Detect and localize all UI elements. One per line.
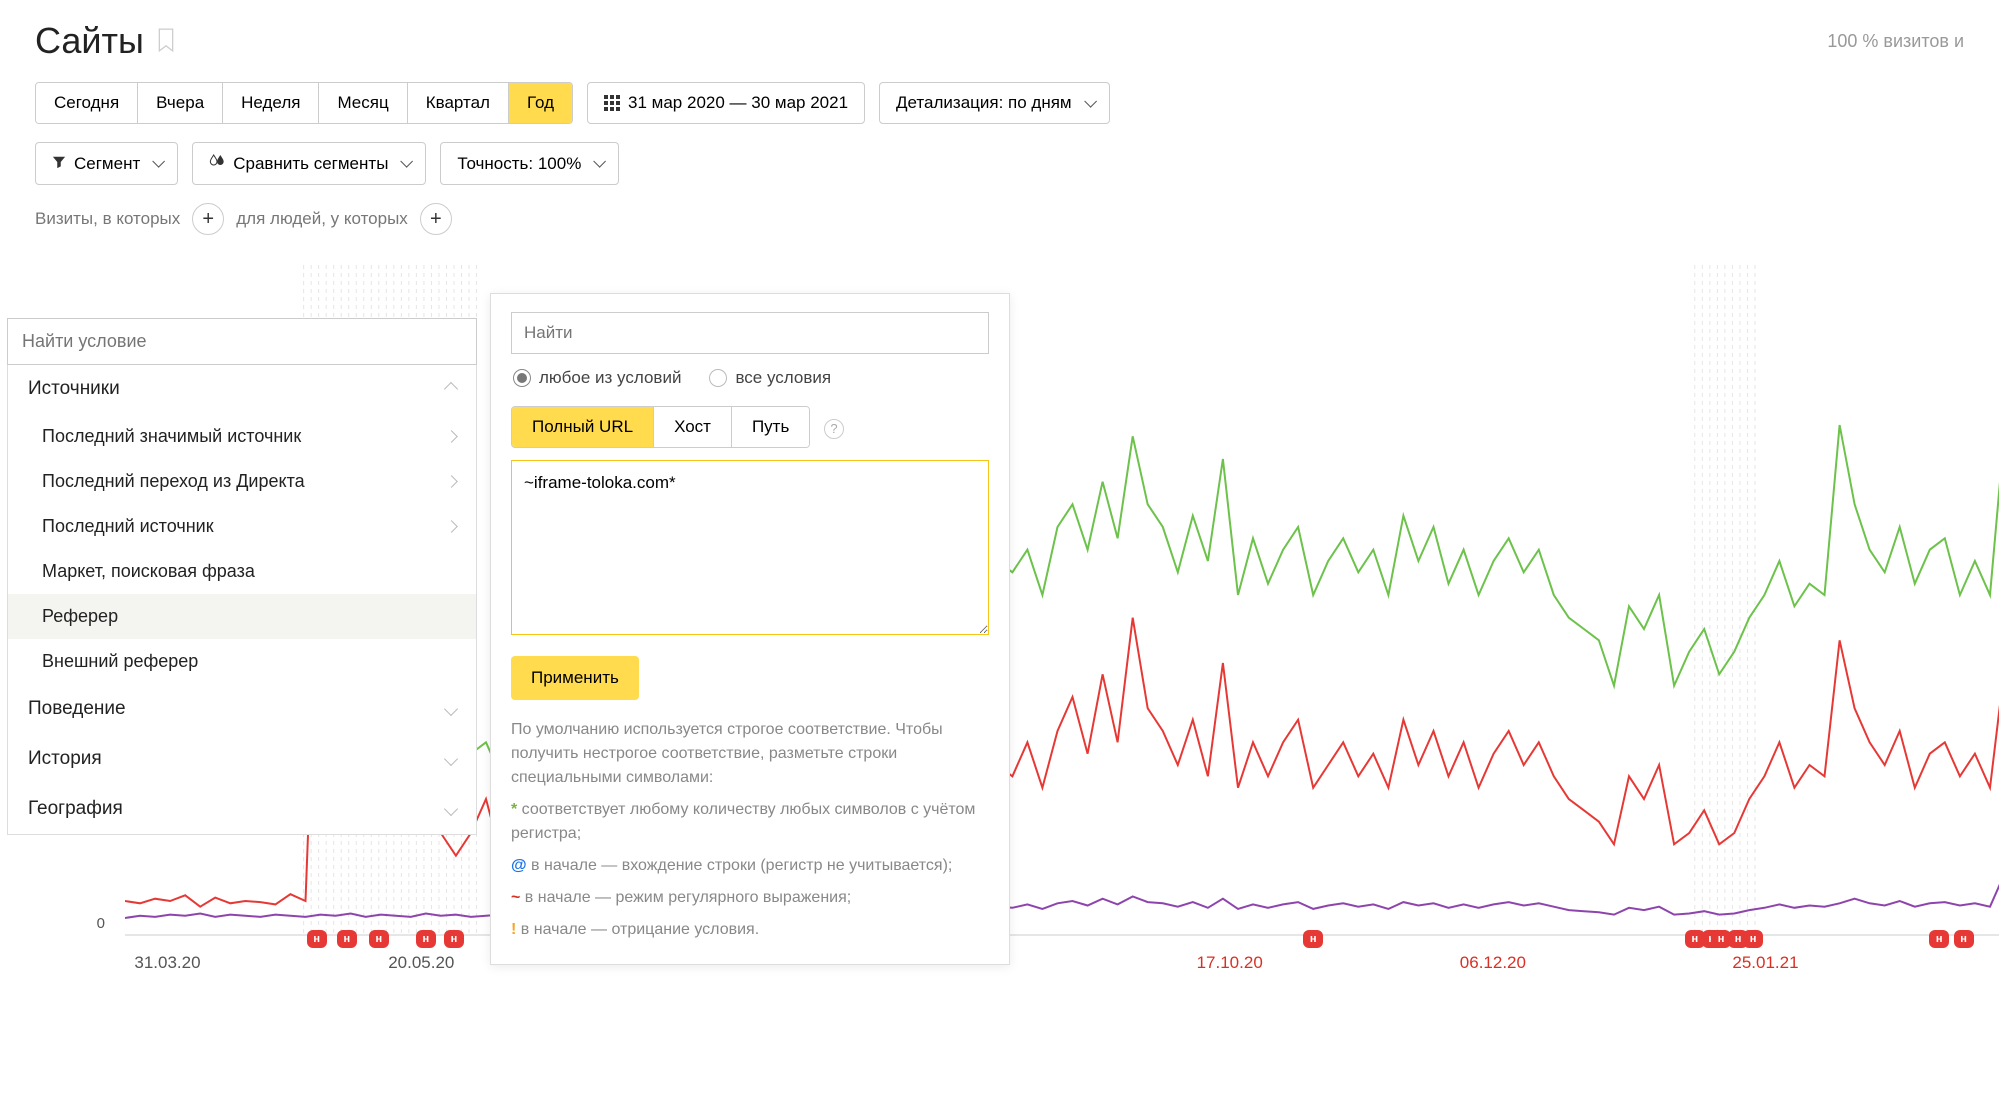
hint-bang-text: в начале — отрицание условия.: [521, 921, 759, 938]
category-История[interactable]: История: [8, 734, 476, 784]
radio-any-condition[interactable]: любое из условий: [513, 368, 681, 388]
find-input[interactable]: [511, 312, 989, 354]
toolbar-period: СегодняВчераНеделяМесяцКварталГод 31 мар…: [35, 82, 1964, 124]
event-marker-2[interactable]: н: [369, 930, 389, 948]
url-pattern-textarea[interactable]: [511, 460, 989, 635]
page-title: Сайты: [35, 20, 144, 62]
y-tick-0: 0: [97, 915, 105, 932]
hint-tilde-text: в начале — режим регулярного выражения;: [525, 889, 851, 906]
hint-bang-symbol: !: [511, 921, 521, 938]
visits-percent-label: 100 % визитов и: [1827, 31, 1964, 52]
url-tab-1[interactable]: Хост: [654, 407, 732, 447]
droplets-icon: [209, 153, 225, 174]
radio-all-conditions[interactable]: все условия: [709, 368, 831, 388]
accuracy-label: Точность: 100%: [457, 154, 581, 174]
date-range-button[interactable]: 31 мар 2020 — 30 мар 2021: [587, 82, 865, 124]
event-marker-4[interactable]: н: [444, 930, 464, 948]
add-people-condition-button[interactable]: +: [420, 203, 452, 235]
period-tab-5[interactable]: Год: [509, 83, 572, 123]
url-mode-tabs: Полный URLХостПуть: [511, 406, 810, 448]
event-marker-5[interactable]: н: [1303, 930, 1323, 948]
hint-star-symbol: *: [511, 801, 522, 818]
period-tab-0[interactable]: Сегодня: [36, 83, 138, 123]
segment-button[interactable]: Сегмент: [35, 142, 178, 185]
hint-at-symbol: @: [511, 857, 531, 874]
accuracy-button[interactable]: Точность: 100%: [440, 142, 619, 185]
x-tick-2: 17.10.20: [1197, 953, 1263, 973]
radio-all-label: все условия: [735, 368, 831, 388]
title-row: Сайты 100 % визитов и: [35, 20, 1964, 62]
conditions-category-panel: ИсточникиПоследний значимый источникПосл…: [7, 318, 477, 835]
hint-at-text: в начале — вхождение строки (регистр не …: [531, 857, 952, 874]
hint-star-text: соответствует любому количеству любых си…: [511, 801, 975, 842]
radio-any-label: любое из условий: [539, 368, 681, 388]
event-marker-10[interactable]: н: [1743, 930, 1763, 948]
period-tab-4[interactable]: Квартал: [408, 83, 509, 123]
x-tick-3: 06.12.20: [1460, 953, 1526, 973]
category-Источники[interactable]: Источники: [8, 364, 476, 414]
subitem-Последний переход из Директа[interactable]: Последний переход из Директа: [8, 459, 476, 504]
compare-segments-button[interactable]: Сравнить сегменты: [192, 142, 426, 185]
toolbar-segments: Сегмент Сравнить сегменты Точность: 100%: [35, 142, 1964, 185]
subitem-Реферер[interactable]: Реферер: [8, 594, 476, 639]
event-marker-1[interactable]: н: [337, 930, 357, 948]
find-condition-input[interactable]: [7, 318, 477, 365]
hint-tilde-symbol: ~: [511, 889, 525, 906]
segment-builder-bar: Визиты, в которых + для людей, у которых…: [35, 203, 1964, 235]
event-marker-3[interactable]: н: [416, 930, 436, 948]
x-tick-4: 25.01.21: [1732, 953, 1798, 973]
funnel-icon: [52, 154, 66, 174]
subitem-Последний значимый источник[interactable]: Последний значимый источник: [8, 414, 476, 459]
subitem-Маркет, поисковая фраза[interactable]: Маркет, поисковая фраза: [8, 549, 476, 594]
bookmark-icon[interactable]: [156, 27, 176, 56]
detail-text: Детализация: по дням: [896, 93, 1072, 113]
hint-lead: По умолчанию используется строгое соотве…: [511, 718, 989, 790]
hint-block: По умолчанию используется строгое соотве…: [511, 718, 989, 942]
apply-button[interactable]: Применить: [511, 656, 639, 700]
period-tab-2[interactable]: Неделя: [223, 83, 319, 123]
segment-label: Сегмент: [74, 154, 140, 174]
x-tick-0: 31.03.20: [134, 953, 200, 973]
period-tabs: СегодняВчераНеделяМесяцКварталГод: [35, 82, 573, 124]
event-marker-0[interactable]: н: [307, 930, 327, 948]
for-people-label: для людей, у которых: [236, 209, 408, 229]
x-tick-1: 20.05.20: [388, 953, 454, 973]
referer-filter-popup: любое из условий все условия Полный URLХ…: [490, 293, 1010, 965]
event-marker-11[interactable]: н: [1929, 930, 1949, 948]
add-visits-condition-button[interactable]: +: [192, 203, 224, 235]
visits-in-which-label: Визиты, в которых: [35, 209, 180, 229]
period-tab-1[interactable]: Вчера: [138, 83, 223, 123]
category-Поведение[interactable]: Поведение: [8, 684, 476, 734]
subitem-Внешний реферер[interactable]: Внешний реферер: [8, 639, 476, 684]
url-tab-0[interactable]: Полный URL: [512, 407, 654, 447]
event-marker-12[interactable]: н: [1954, 930, 1974, 948]
detail-button[interactable]: Детализация: по дням: [879, 82, 1110, 124]
period-tab-3[interactable]: Месяц: [319, 83, 407, 123]
calendar-icon: [604, 95, 620, 111]
compare-label: Сравнить сегменты: [233, 154, 388, 174]
category-География[interactable]: География: [8, 784, 476, 834]
date-range-text: 31 мар 2020 — 30 мар 2021: [628, 93, 848, 113]
url-tab-2[interactable]: Путь: [732, 407, 809, 447]
help-icon[interactable]: ?: [824, 419, 844, 439]
subitem-Последний источник[interactable]: Последний источник: [8, 504, 476, 549]
